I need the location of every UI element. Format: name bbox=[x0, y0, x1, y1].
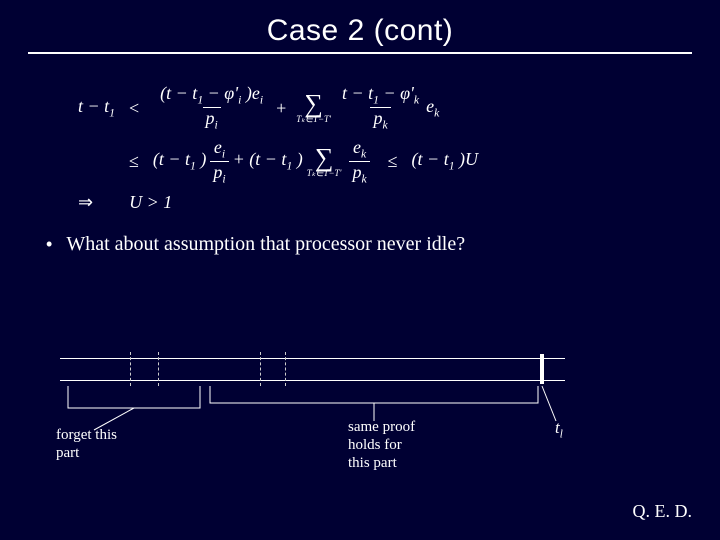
trailing-ek: ek bbox=[426, 97, 439, 119]
bullet-text: What about assumption that processor nev… bbox=[66, 233, 465, 256]
le-2: ≤ bbox=[388, 152, 398, 170]
label-sameproof: same proof holds for this part bbox=[348, 418, 415, 472]
fraction-4: ek pk bbox=[349, 138, 369, 186]
label-forget: forget this part bbox=[56, 426, 117, 462]
u-gt-1: U > 1 bbox=[129, 193, 172, 211]
bullet-item: • What about assumption that processor n… bbox=[46, 233, 692, 256]
page-title: Case 2 (cont) bbox=[28, 14, 692, 48]
fraction-2: t − t1 − φ'k pk bbox=[339, 84, 422, 132]
timeline-line-bottom bbox=[60, 380, 565, 381]
math-derivation: t − t1 < (t − t1 − φ'i )ei pi + ∑ Tₖ∈T−T… bbox=[78, 84, 692, 211]
implies-symbol: ⇒ bbox=[78, 193, 93, 211]
bullet-icon: • bbox=[46, 233, 52, 255]
sigma-2: ∑ Tₖ∈T−T' bbox=[307, 145, 342, 178]
timeline-dash bbox=[260, 352, 261, 386]
sigma-1: ∑ Tₖ∈T−T' bbox=[296, 91, 331, 124]
timeline-dash bbox=[285, 352, 286, 386]
label-tl: tl bbox=[555, 418, 563, 442]
fraction-3: ei pi bbox=[210, 138, 228, 186]
title-bar: Case 2 (cont) bbox=[28, 14, 692, 54]
timeline-diagram: forget this part same proof holds for th… bbox=[60, 358, 660, 488]
timeline-line-top bbox=[60, 358, 565, 359]
timeline-dash bbox=[158, 352, 159, 386]
math-line-1: t − t1 < (t − t1 − φ'i )ei pi + ∑ Tₖ∈T−T… bbox=[78, 84, 692, 132]
le-1: ≤ bbox=[129, 152, 139, 170]
math-line-2: t − t1 ≤ (t − t1 ) ei pi + (t − t1 ) ∑ T… bbox=[78, 138, 692, 186]
timeline-dash bbox=[130, 352, 131, 386]
plus-1: + bbox=[276, 99, 286, 117]
rhs-U: (t − t1 )U bbox=[412, 150, 479, 172]
math-line-3: ⇒ U > 1 bbox=[78, 193, 692, 211]
lhs: t − t1 bbox=[78, 97, 115, 119]
fraction-1: (t − t1 − φ'i )ei pi bbox=[157, 84, 266, 132]
less-than: < bbox=[129, 99, 139, 117]
qed-label: Q. E. D. bbox=[633, 501, 693, 522]
timeline-marker-tl bbox=[540, 354, 544, 384]
